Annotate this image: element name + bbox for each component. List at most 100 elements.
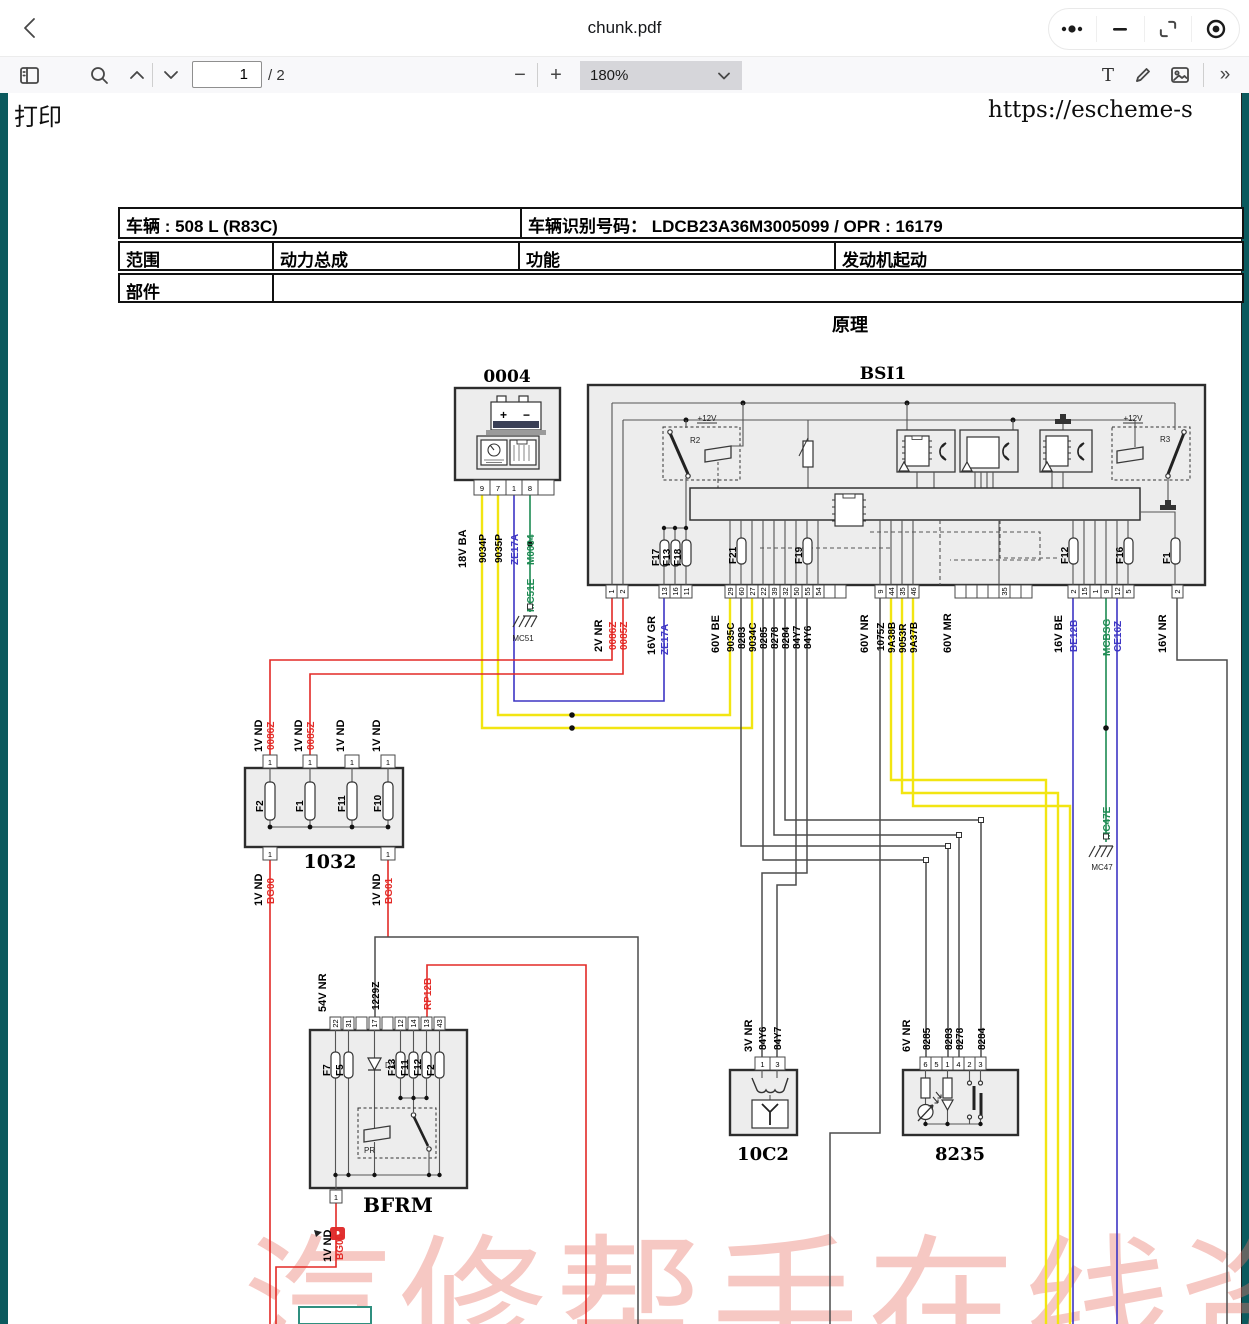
wire-label: 1229Z: [371, 982, 382, 1010]
pin-number: 1: [308, 758, 312, 767]
wire-84Y7: [777, 598, 796, 1057]
wire-label: 8285: [922, 1027, 933, 1050]
battery-minus: −: [523, 408, 530, 422]
plus12v-label: +12V: [1124, 414, 1144, 423]
component-id: 1032: [304, 851, 357, 873]
pin-number: 17: [370, 1019, 379, 1027]
pin-number: 8: [528, 484, 532, 493]
component-box-cutoff: [299, 1307, 371, 1324]
pin-number: 1: [760, 1060, 764, 1069]
component-0004-battery: 0004 + − 9 7 1 8 18V BA 9034P 9035P ZE17…: [455, 367, 560, 568]
pin-number: 1: [268, 850, 272, 859]
wire-label: 8278: [770, 626, 781, 649]
pin-number: 6: [923, 1060, 927, 1069]
connector-name: 60V MR: [942, 613, 954, 653]
pin-number: 1: [512, 484, 516, 493]
pin-number: 14: [409, 1019, 418, 1027]
wire-label: 0085Z: [619, 622, 630, 650]
fuse-label: F12: [413, 1058, 424, 1076]
junction-square: [957, 833, 962, 838]
wire-label: 84Y6: [803, 625, 814, 649]
junction-square: [979, 818, 984, 823]
pin-number: 32: [781, 587, 790, 595]
pin-number: 13: [422, 1019, 431, 1027]
pin-number: 44: [887, 587, 896, 595]
battery-band: [493, 421, 539, 428]
fuse-label: F2: [255, 800, 266, 812]
wire-0086Z: [270, 598, 612, 755]
wire-label: ZE17A: [660, 624, 671, 655]
ground-mc47: MC47E MC47: [1089, 806, 1113, 872]
wire-label: 0085Z: [306, 722, 317, 750]
junction-square: [924, 858, 929, 863]
fuse-label: F12: [1060, 546, 1071, 564]
pin-number: 2: [1173, 589, 1182, 593]
connector-name: 16V GR: [646, 616, 658, 655]
component-id: 10C2: [737, 1144, 789, 1165]
fuse-label: F13: [387, 1058, 398, 1076]
wire-label: M0004: [526, 534, 537, 565]
fuse-label: F16: [1115, 546, 1126, 564]
connector-name: 16V NR: [1157, 614, 1169, 653]
fuse-label: F7: [322, 1064, 333, 1076]
plus12v-label: +12V: [698, 414, 718, 423]
pin-number: 31: [344, 1019, 353, 1027]
pin-number: 29: [726, 587, 735, 595]
wire-label: RP12B: [423, 978, 434, 1010]
wire-label: 9035C: [726, 623, 737, 652]
fuse-label: F11: [400, 1059, 411, 1076]
pin-number: 2: [618, 589, 627, 593]
bus-label: 1V ND: [293, 720, 305, 752]
connector-name: 54V NR: [317, 973, 329, 1012]
wire-0085Z: [310, 598, 623, 755]
pin-number: 1: [268, 758, 272, 767]
pin-number: 3: [978, 1060, 982, 1069]
pin-number: 1: [607, 589, 616, 593]
bus-label: 1V ND: [253, 874, 265, 906]
component-1032: 1 1 1 1 F2 F1 F11 F10 1 1 1032 1V ND 008…: [245, 720, 403, 906]
pin-number: 9: [480, 484, 484, 493]
pin-number: 13: [660, 587, 669, 595]
component-id: 0004: [483, 367, 530, 387]
wire-label: 84Y7: [792, 625, 803, 649]
pin-number: 27: [748, 587, 757, 595]
pin-number: 12: [396, 1019, 405, 1027]
component-id: 8235: [935, 1144, 985, 1165]
bus-label: 1V ND: [253, 720, 265, 752]
pin-number: 22: [331, 1019, 340, 1027]
wire-label: 9034P: [478, 534, 489, 563]
pin-number: 12: [1113, 587, 1122, 595]
battery-plus: +: [500, 408, 507, 422]
wire-16vnr-pin2: [1177, 598, 1227, 1324]
pin-number: 2: [1069, 589, 1078, 593]
wire-1075Z: [830, 598, 880, 1324]
wire-label: 0086Z: [266, 722, 277, 750]
wire-8283: [741, 598, 948, 1057]
pin-number: 1: [350, 758, 354, 767]
component-bfrm: 22 31 17 12 14 13 43 54V NR 1229Z RP12B …: [310, 973, 467, 1262]
relay-label: PR: [364, 1146, 375, 1155]
fuse-label: F21: [728, 546, 739, 564]
junction-square: [946, 844, 951, 849]
wire-label: BG01: [384, 877, 395, 904]
bus-label: 1V ND: [335, 720, 347, 752]
fuse-label: F13: [662, 548, 673, 566]
pin-number: 7: [496, 484, 500, 493]
pin-number: 4: [956, 1060, 960, 1069]
wire-label: 0086Z: [608, 622, 619, 650]
fuse-label: F1: [1162, 552, 1173, 564]
connector-name: 18V BA: [457, 529, 469, 568]
wiring-diagram: 汽修帮手在线资: [0, 0, 1249, 1324]
ground-id: MC47: [1091, 863, 1113, 872]
pin-number: 5: [1124, 589, 1133, 593]
bus-bar: [690, 488, 1140, 520]
bsi1-connector-labels: 2V NR 0086Z 0085Z 16V GR ZE17A 60V BE 90…: [593, 613, 1169, 656]
pin-number: 1: [386, 758, 390, 767]
connector-name: 3V NR: [743, 1020, 755, 1052]
wire-label: ZE17A: [510, 534, 521, 565]
wire-label: CE16Z: [1113, 621, 1124, 652]
connector-name: 16V BE: [1053, 615, 1065, 653]
wire-label: 8283: [944, 1027, 955, 1050]
wire-9A38B: [891, 598, 1046, 1324]
wire-label: BE12B: [1069, 620, 1080, 652]
